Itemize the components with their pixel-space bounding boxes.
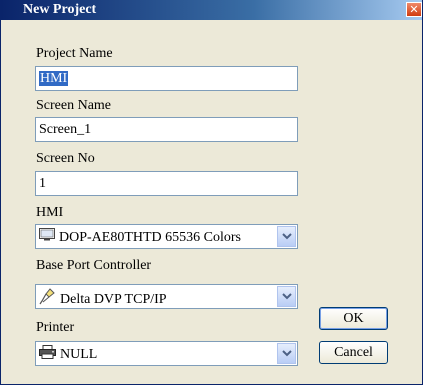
screen-no-input[interactable]: 1	[35, 171, 298, 196]
screen-name-input[interactable]: Screen_1	[35, 117, 298, 142]
printer-label: Printer	[36, 320, 75, 335]
screen-no-label: Screen No	[36, 151, 95, 166]
plug-icon	[39, 288, 56, 310]
base-port-value: Delta DVP TCP/IP	[60, 291, 167, 307]
project-name-value: HMI	[39, 71, 69, 86]
chevron-down-icon	[282, 350, 292, 357]
printer-dropdown-button[interactable]	[277, 343, 296, 364]
base-port-select[interactable]: Delta DVP TCP/IP	[35, 284, 298, 309]
hmi-dropdown-button[interactable]	[277, 226, 296, 247]
base-port-dropdown-button[interactable]	[277, 286, 296, 307]
printer-select[interactable]: NULL	[35, 341, 298, 366]
chevron-down-icon	[282, 293, 292, 300]
printer-value: NULL	[60, 347, 98, 362]
cancel-button[interactable]: Cancel	[319, 341, 388, 364]
screen-name-value: Screen_1	[39, 122, 92, 137]
hmi-select[interactable]: DOP-AE80THTD 65536 Colors	[35, 224, 298, 249]
hmi-value: DOP-AE80THTD 65536 Colors	[59, 229, 241, 245]
monitor-icon	[39, 228, 55, 246]
screen-no-value: 1	[39, 176, 46, 191]
base-port-label: Base Port Controller	[36, 258, 152, 273]
screen-name-label: Screen Name	[36, 98, 112, 113]
chevron-down-icon	[282, 233, 292, 240]
title-bar[interactable]: New Project ✕	[1, 0, 422, 20]
hmi-label: HMI	[36, 205, 64, 220]
printer-icon	[39, 345, 56, 364]
window-title: New Project	[23, 2, 97, 17]
project-name-label: Project Name	[36, 46, 113, 61]
close-icon: ✕	[409, 3, 419, 16]
close-button[interactable]: ✕	[406, 2, 422, 17]
new-project-dialog: New Project ✕ Project Name HMI Screen Na…	[0, 0, 423, 385]
ok-button[interactable]: OK	[319, 307, 388, 330]
project-name-input[interactable]: HMI	[35, 66, 298, 91]
